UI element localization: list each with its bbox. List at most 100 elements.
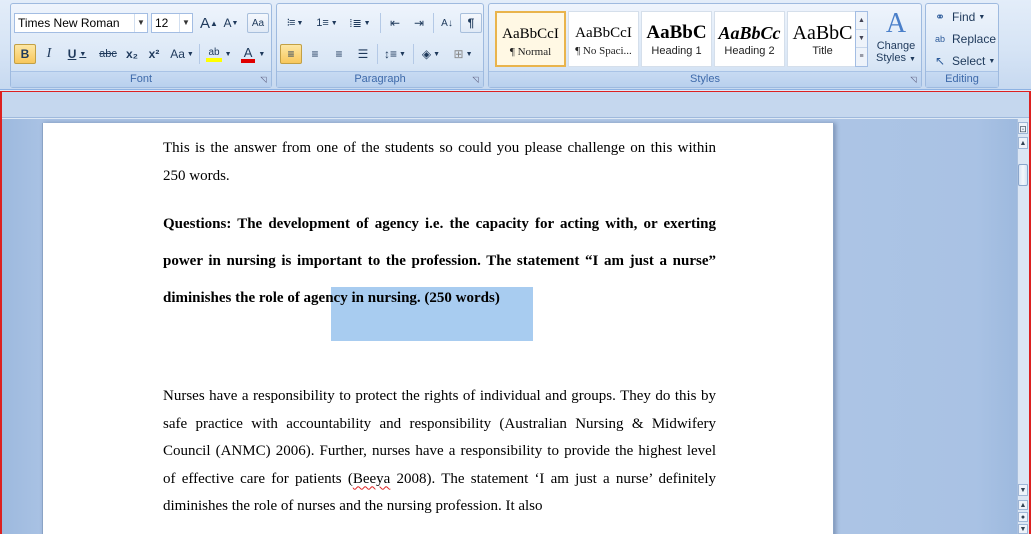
sort-button[interactable]: A↓ bbox=[436, 13, 458, 33]
font-group-label: Font bbox=[11, 71, 271, 87]
view-ruler-icon[interactable]: ⊡ bbox=[1018, 122, 1028, 134]
increase-indent-button[interactable]: ⇥ bbox=[408, 13, 430, 33]
pilcrow-icon: ¶ bbox=[467, 16, 475, 30]
style-name: Heading 2 bbox=[724, 45, 775, 57]
paragraph-group-label: Paragraph bbox=[277, 71, 483, 87]
style-name: Heading 1 bbox=[651, 45, 702, 57]
styles-group: AaBbCcI ¶ Normal AaBbCcI ¶ No Spaci... A… bbox=[488, 3, 922, 88]
italic-icon: I bbox=[46, 46, 52, 61]
underline-icon: U bbox=[67, 47, 77, 61]
bold-button[interactable]: B bbox=[14, 44, 36, 64]
style-heading-1[interactable]: AaBbC Heading 1 bbox=[641, 11, 712, 67]
underline-button[interactable]: U ▼ bbox=[62, 44, 92, 64]
style-sample: AaBbCc bbox=[718, 23, 781, 43]
separator bbox=[380, 13, 381, 33]
styles-group-label: Styles bbox=[489, 71, 921, 87]
find-button[interactable]: ⚭ Find ▼ bbox=[932, 7, 985, 27]
style-title[interactable]: AaBbC Title bbox=[787, 11, 858, 67]
numbering-button[interactable]: 1≡ ▼ bbox=[312, 13, 342, 33]
align-center-button[interactable]: ≡ bbox=[304, 44, 326, 64]
subscript-icon: x₂ bbox=[125, 47, 138, 61]
clear-formatting-button[interactable]: Aa bbox=[247, 13, 269, 33]
chevron-down-icon: ▼ bbox=[978, 13, 986, 21]
font-group: Times New Roman ▼ 12 ▼ A ▲ A ▼ Aa B I U ▼ a… bbox=[10, 3, 272, 88]
paragraph-group: ⁝≡ ▼ 1≡ ▼ ⁞≣ ▼ ⇤ ⇥ A↓ ¶ ≡ ≡ ≡ ☰ ↕≡ ▼ ◈ ▼… bbox=[276, 3, 484, 88]
style-sample: AaBbCcI bbox=[575, 25, 632, 41]
align-left-button[interactable]: ≡ bbox=[280, 44, 302, 64]
paint-bucket-icon: ◈ bbox=[421, 47, 432, 61]
multilevel-list-icon: ⁞≣ bbox=[349, 17, 362, 30]
change-styles-button[interactable]: A Change Styles ▼ bbox=[871, 8, 921, 70]
separator bbox=[433, 13, 434, 33]
justify-icon: ☰ bbox=[357, 47, 369, 61]
replace-label: Replace bbox=[952, 32, 997, 46]
body-paragraph[interactable]: Nurses have a responsibility to protect … bbox=[163, 383, 716, 521]
change-styles-label-2: Styles bbox=[876, 52, 906, 64]
strikethrough-icon: abc bbox=[99, 48, 117, 60]
style-sample: AaBbCcI bbox=[502, 26, 559, 42]
font-color-icon: A bbox=[240, 46, 256, 63]
italic-button[interactable]: I bbox=[38, 44, 60, 64]
chevron-down-icon[interactable]: ▼ bbox=[856, 30, 867, 48]
font-size-value: 12 bbox=[155, 16, 169, 30]
intro-paragraph[interactable]: This is the answer from one of the stude… bbox=[163, 135, 716, 190]
styles-gallery-scroll[interactable]: ▲ ▼ ≡ bbox=[855, 11, 868, 67]
previous-page-icon[interactable]: ▲ bbox=[1018, 500, 1028, 510]
change-case-icon: Aa bbox=[170, 47, 185, 61]
select-browse-object-icon[interactable]: ● bbox=[1018, 512, 1028, 522]
question-paragraph[interactable]: Questions: The development of agency i.e… bbox=[163, 206, 716, 317]
next-page-icon[interactable]: ▼ bbox=[1018, 524, 1028, 534]
dialog-launcher-icon[interactable]: ◹ bbox=[471, 75, 480, 84]
multilevel-list-button[interactable]: ⁞≣ ▼ bbox=[344, 13, 376, 33]
style-sample: AaBbC bbox=[646, 22, 707, 43]
shrink-font-icon: A bbox=[223, 16, 232, 30]
style-no-spacing[interactable]: AaBbCcI ¶ No Spaci... bbox=[568, 11, 639, 67]
font-size-combo[interactable]: 12 ▼ bbox=[151, 13, 193, 33]
align-right-button[interactable]: ≡ bbox=[328, 44, 350, 64]
chevron-down-icon[interactable]: ▼ bbox=[179, 14, 192, 32]
replace-button[interactable]: ab Replace bbox=[932, 29, 996, 49]
scroll-down-icon[interactable]: ▼ bbox=[1018, 484, 1028, 496]
change-case-button[interactable]: Aa ▼ bbox=[168, 44, 196, 64]
shrink-font-button[interactable]: A ▼ bbox=[221, 13, 241, 33]
ribbon: Times New Roman ▼ 12 ▼ A ▲ A ▼ Aa B I U ▼ a… bbox=[0, 0, 1031, 90]
dialog-launcher-icon[interactable]: ◹ bbox=[909, 75, 918, 84]
style-name: ¶ Normal bbox=[509, 46, 552, 58]
grow-font-button[interactable]: A ▲ bbox=[199, 13, 219, 33]
red-border-line bbox=[0, 91, 2, 534]
superscript-icon: x² bbox=[148, 47, 160, 61]
shading-button[interactable]: ◈ ▼ bbox=[416, 44, 446, 64]
font-name-combo[interactable]: Times New Roman ▼ bbox=[14, 13, 148, 33]
scroll-thumb[interactable] bbox=[1018, 164, 1028, 186]
line-spacing-button[interactable]: ↕≡ ▼ bbox=[380, 44, 410, 64]
document-page[interactable]: This is the answer from one of the stude… bbox=[42, 123, 834, 534]
chevron-up-icon[interactable]: ▲ bbox=[856, 12, 867, 30]
superscript-button[interactable]: x² bbox=[144, 44, 164, 64]
bold-icon: B bbox=[20, 47, 30, 61]
dialog-launcher-icon[interactable]: ◹ bbox=[259, 75, 268, 84]
show-formatting-marks-button[interactable]: ¶ bbox=[460, 13, 482, 33]
style-name: Title bbox=[812, 45, 833, 57]
replace-icon: ab bbox=[934, 34, 945, 44]
font-name-value: Times New Roman bbox=[18, 16, 120, 30]
borders-button[interactable]: ⊞ ▼ bbox=[448, 44, 478, 64]
decrease-indent-button[interactable]: ⇤ bbox=[384, 13, 406, 33]
chevron-down-icon: ▼ bbox=[909, 56, 916, 63]
font-color-button[interactable]: A ▼ bbox=[237, 44, 269, 64]
style-normal[interactable]: AaBbCcI ¶ Normal bbox=[495, 11, 566, 67]
separator bbox=[199, 44, 200, 64]
style-heading-2[interactable]: AaBbCc Heading 2 bbox=[714, 11, 785, 67]
justify-button[interactable]: ☰ bbox=[352, 44, 374, 64]
strikethrough-button[interactable]: abc bbox=[96, 44, 120, 64]
subscript-button[interactable]: x₂ bbox=[122, 44, 142, 64]
separator bbox=[413, 44, 414, 64]
highlight-button[interactable]: ab ▼ bbox=[203, 44, 235, 64]
select-button[interactable]: ↖ Select ▼ bbox=[932, 51, 995, 71]
scroll-up-icon[interactable]: ▲ bbox=[1018, 137, 1028, 149]
grow-font-icon: A bbox=[200, 14, 211, 32]
bullets-button[interactable]: ⁝≡ ▼ bbox=[280, 13, 310, 33]
chevron-down-icon[interactable]: ▼ bbox=[134, 14, 147, 32]
change-styles-label-1: Change bbox=[876, 40, 916, 52]
misspelled-word[interactable]: Beeya bbox=[353, 471, 390, 487]
more-styles-icon[interactable]: ≡ bbox=[856, 48, 867, 66]
